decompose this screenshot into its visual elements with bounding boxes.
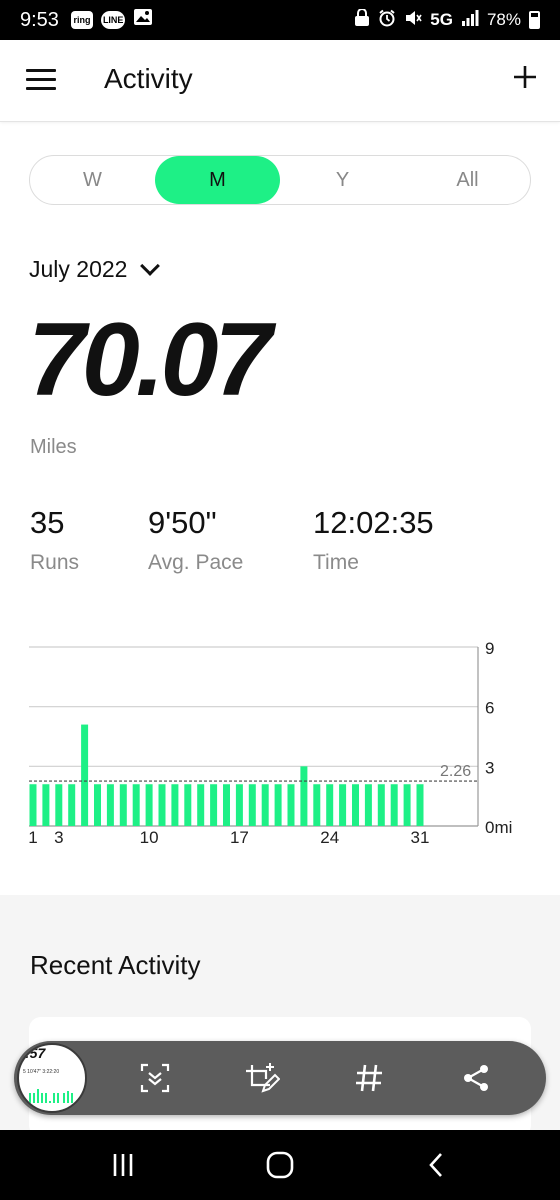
y-tick-label: 9 xyxy=(485,639,494,658)
stat-runs: 35 Runs xyxy=(30,505,79,575)
battery-icon xyxy=(529,11,540,29)
y-tick-label: 3 xyxy=(485,758,494,777)
stat-value: 35 xyxy=(30,505,65,540)
stat-value: 9'50" xyxy=(148,505,217,540)
crop-edit-icon[interactable] xyxy=(242,1058,282,1098)
chart-bar xyxy=(55,784,63,826)
stat-label: Avg. Pace xyxy=(148,551,244,574)
menu-icon[interactable] xyxy=(26,69,56,91)
tab-week[interactable]: W xyxy=(30,156,155,204)
screenshot-toolbar: :57 5 10'47" 3:22:20 xyxy=(14,1041,546,1115)
chart-bar xyxy=(223,784,230,826)
lock-icon xyxy=(354,7,370,32)
month-selector[interactable]: July 2022 xyxy=(29,255,161,283)
thumbnail-distance: :57 xyxy=(25,1045,46,1061)
battery-percent: 78% xyxy=(486,10,521,29)
share-icon[interactable] xyxy=(456,1058,496,1098)
chart-bar xyxy=(390,784,398,826)
period-segmented-control: W M Y All xyxy=(29,155,531,205)
chart-bar xyxy=(339,784,347,826)
x-tick-label: 10 xyxy=(140,828,159,847)
add-activity-button[interactable] xyxy=(512,59,538,97)
chart-bar xyxy=(364,784,372,826)
recent-activity-title: Recent Activity xyxy=(30,950,201,980)
chart-bar xyxy=(171,784,179,826)
stat-avg-pace: 9'50" Avg. Pace xyxy=(148,505,243,575)
hashtag-icon[interactable] xyxy=(349,1058,389,1098)
page-title: Activity xyxy=(104,63,193,94)
chart-bar xyxy=(274,784,282,826)
thumbnail-stats: 5 10'47" 3:22:20 xyxy=(23,1069,60,1075)
chart-bar xyxy=(313,784,321,826)
tab-year[interactable]: Y xyxy=(280,156,405,204)
stat-time: 12:02:35 Time xyxy=(313,505,434,575)
chart-bar xyxy=(145,784,153,826)
chart-bar xyxy=(119,784,127,826)
recent-apps-icon[interactable] xyxy=(103,1150,143,1180)
scroll-capture-icon[interactable] xyxy=(135,1058,175,1098)
chart-bar xyxy=(248,784,256,826)
chart-bar xyxy=(210,784,218,826)
x-tick-label: 24 xyxy=(320,828,339,847)
chart-bar xyxy=(377,784,385,826)
chart-bar xyxy=(403,784,411,826)
x-tick-label: 17 xyxy=(230,828,249,847)
status-time: 9:53 xyxy=(20,8,59,31)
status-bar: 9:53 ring LINE 5G 78% xyxy=(0,0,560,40)
signal-icon xyxy=(461,9,479,31)
chart-bar xyxy=(184,784,192,826)
tab-month[interactable]: M xyxy=(155,156,280,204)
chart-bar xyxy=(158,784,166,826)
chart-bar xyxy=(352,784,359,826)
chart-bar xyxy=(106,784,114,826)
chart-bar xyxy=(132,784,140,826)
y-tick-label: 0mi xyxy=(485,818,512,837)
chart-bar xyxy=(81,724,89,826)
stat-label: Runs xyxy=(30,551,80,574)
chart-bar xyxy=(300,766,308,826)
chart-bar xyxy=(261,784,269,826)
chart-bar xyxy=(287,784,295,826)
network-label: 5G xyxy=(430,10,453,29)
total-distance: 70.07 xyxy=(28,302,272,418)
chart-bar xyxy=(42,784,50,826)
tab-all[interactable]: All xyxy=(405,156,530,204)
monthly-distance-chart: 9630mi2.261 3 10 17 24 31 xyxy=(28,639,512,847)
stat-label: Time xyxy=(313,551,359,574)
x-tick-label: 3 xyxy=(54,828,63,847)
plus-icon xyxy=(514,66,536,88)
system-nav-bar xyxy=(0,1130,560,1200)
status-right: 5G 78% xyxy=(354,7,540,32)
home-icon[interactable] xyxy=(260,1150,300,1180)
chart-bar xyxy=(68,784,76,826)
alarm-icon xyxy=(378,9,396,32)
line-app-icon: LINE xyxy=(100,11,126,29)
gallery-icon xyxy=(133,8,153,32)
app-bar: Activity xyxy=(0,40,560,122)
chart-bar xyxy=(197,784,205,826)
back-icon[interactable] xyxy=(417,1150,457,1180)
month-label: July 2022 xyxy=(29,256,128,282)
ring-app-icon: ring xyxy=(70,11,93,29)
stat-value: 12:02:35 xyxy=(313,505,434,540)
y-tick-label: 6 xyxy=(485,699,494,718)
status-left: 9:53 ring LINE xyxy=(20,8,153,32)
x-tick-label: 1 xyxy=(28,828,37,847)
chart-bar xyxy=(326,784,334,826)
screenshot-thumbnail[interactable]: :57 5 10'47" 3:22:20 xyxy=(17,1043,87,1113)
x-tick-label: 31 xyxy=(411,828,430,847)
thumbnail-chart xyxy=(29,1089,73,1103)
chart-bar xyxy=(416,784,424,826)
mute-icon xyxy=(404,9,422,32)
chart-bar xyxy=(94,784,101,826)
distance-unit: Miles xyxy=(30,436,77,458)
average-label: 2.26 xyxy=(440,763,471,780)
chart-bar xyxy=(235,784,243,826)
chart-bar xyxy=(29,784,37,826)
chevron-down-icon xyxy=(140,255,161,276)
